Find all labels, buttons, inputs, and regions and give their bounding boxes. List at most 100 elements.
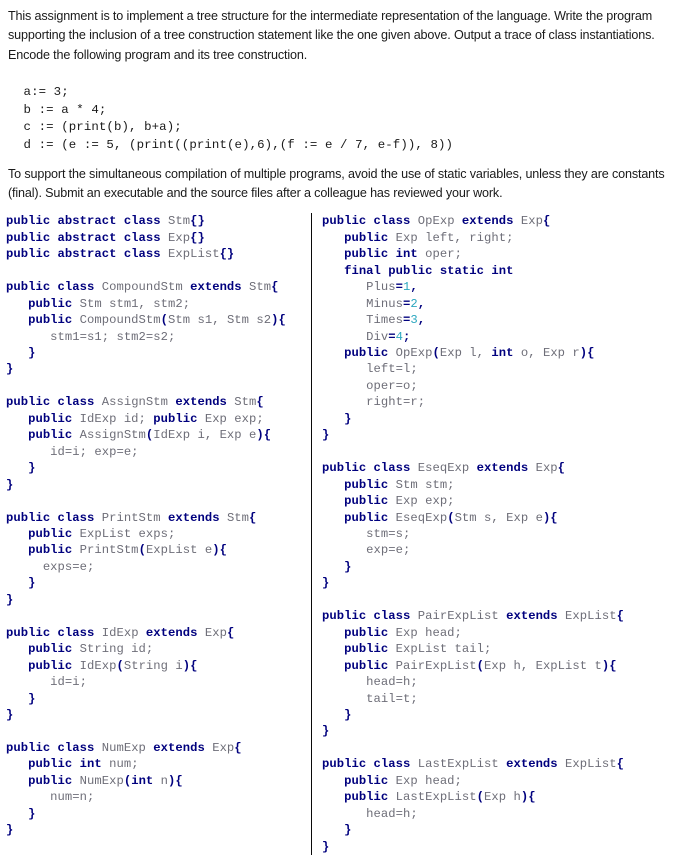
- code-token: oper=o;: [322, 378, 418, 393]
- code-line: final public static int: [322, 263, 683, 279]
- code-line: public IdExp(String i){: [6, 658, 311, 674]
- code-token: public: [28, 642, 80, 657]
- code-token: public: [344, 642, 396, 657]
- code-token: id=i;: [6, 675, 88, 690]
- code-line: public class NumExp extends Exp{: [6, 740, 311, 756]
- code-token: ){: [579, 346, 595, 361]
- code-line: public Exp exp;: [322, 493, 683, 509]
- code-token: ,: [417, 296, 426, 311]
- code-token: Stm: [234, 395, 257, 410]
- code-line: oper=o;: [322, 378, 683, 394]
- code-token: Exp head;: [395, 773, 462, 788]
- code-token: public class: [322, 757, 418, 772]
- code-token: Stm: [226, 510, 250, 525]
- code-token: IdExp: [79, 658, 117, 673]
- code-line: public class PairExpList extends ExpList…: [322, 608, 683, 624]
- code-token: }: [6, 708, 14, 722]
- code-line: }: [6, 592, 311, 608]
- code-token: Stm stm;: [395, 477, 455, 492]
- code-token: IdExp id;: [79, 411, 154, 426]
- code-token: (: [476, 790, 485, 805]
- code-token: }: [6, 592, 14, 607]
- code-token: public: [344, 658, 396, 673]
- code-token: Stm s, Exp e: [454, 510, 543, 525]
- code-token: public: [344, 773, 396, 788]
- code-token: public class: [6, 280, 102, 295]
- code-line: num=n;: [6, 789, 311, 805]
- code-token: stm=s;: [322, 527, 411, 542]
- code-line: }: [6, 477, 311, 493]
- code-line: public LastExpList(Exp h){: [322, 789, 683, 805]
- code-token: 4: [395, 329, 404, 344]
- code-token: public class: [322, 609, 418, 624]
- assignment-document-page: This assignment is to implement a tree s…: [0, 0, 683, 855]
- code-line: right=r;: [322, 394, 683, 410]
- code-token: =: [395, 280, 404, 295]
- code-line: public IdExp id; public Exp exp;: [6, 411, 311, 427]
- code-line: stm=s;: [322, 526, 683, 542]
- code-line: }: [6, 361, 311, 377]
- code-token: public: [344, 494, 396, 509]
- code-token: (: [476, 658, 485, 673]
- code-token: }: [322, 576, 330, 591]
- code-token: Exp left, right;: [395, 230, 514, 245]
- code-line: public class PrintStm extends Stm{: [6, 510, 311, 526]
- code-token: ){: [520, 790, 536, 805]
- code-token: }: [28, 806, 36, 821]
- code-line: }: [322, 723, 683, 739]
- code-line: public class EseqExp extends Exp{: [322, 460, 683, 476]
- code-token: {: [249, 510, 257, 525]
- code-line: public int oper;: [322, 246, 683, 262]
- code-line: left=l;: [322, 361, 683, 377]
- code-token: ){: [271, 313, 286, 328]
- code-token: public: [344, 346, 396, 361]
- code-line: stm1=s1; stm2=s2;: [6, 329, 311, 345]
- code-token: {: [256, 395, 264, 410]
- code-token: head=h;: [322, 675, 418, 690]
- code-token: Exp: [212, 740, 235, 755]
- code-token: ){: [182, 658, 198, 673]
- code-token: (: [116, 658, 124, 673]
- code-token: extends: [153, 740, 213, 755]
- code-token: (: [432, 346, 440, 361]
- code-token: public class: [6, 510, 102, 525]
- code-line: public abstract class Stm{}: [6, 213, 311, 229]
- code-token: }: [28, 346, 36, 361]
- code-line: }: [6, 822, 311, 838]
- code-token: }: [322, 839, 330, 854]
- code-line: public OpExp(Exp l, int o, Exp r){: [322, 345, 683, 361]
- closing-paragraph: To support the simultaneous compilation …: [8, 166, 665, 200]
- code-token: Minus: [322, 296, 404, 311]
- code-token: ){: [212, 543, 227, 558]
- code-token: ){: [542, 510, 558, 525]
- code-token: ,: [417, 313, 426, 328]
- code-token: (: [138, 543, 146, 558]
- code-token: Stm stm1, stm2;: [79, 296, 191, 311]
- sample-program-listing: a:= 3; b := a * 4; c := (print(b), b+a);…: [23, 85, 454, 152]
- code-token: {: [557, 461, 566, 476]
- code-line: id=i;: [6, 674, 311, 690]
- code-line: }: [6, 575, 311, 591]
- java-source-two-column-area: public abstract class Stm{} public abstra…: [0, 210, 683, 855]
- code-token: public: [344, 790, 396, 805]
- code-token: public int: [28, 757, 110, 772]
- code-token: Exp exp;: [395, 494, 455, 509]
- code-line: }: [322, 411, 683, 427]
- code-token: ;: [403, 329, 411, 344]
- code-token: IdExp: [101, 625, 146, 640]
- code-token: Stm s1, Stm s2: [168, 313, 272, 328]
- intro-paragraph: This assignment is to implement a tree s…: [8, 9, 655, 62]
